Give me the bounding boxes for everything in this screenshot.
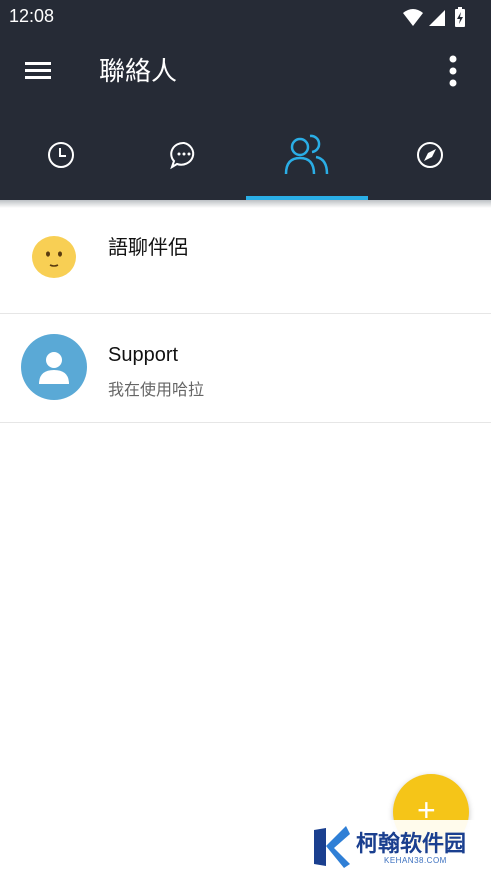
tab-contacts[interactable] — [246, 110, 368, 200]
smiley-face-icon — [32, 236, 76, 278]
tab-recent[interactable] — [0, 110, 122, 200]
hamburger-icon — [25, 62, 51, 79]
watermark-text: 柯翰软件园 — [356, 832, 467, 857]
contact-avatar — [21, 334, 87, 400]
battery-charging-icon — [455, 7, 465, 27]
watermark: 柯翰软件园 KEHAN38.COM — [300, 820, 491, 872]
status-bar: 12:08 — [0, 0, 491, 32]
compass-icon — [417, 142, 443, 168]
status-time: 12:08 — [9, 6, 55, 26]
watermark-logo-icon — [314, 826, 350, 868]
contact-avatar — [31, 235, 77, 279]
contact-name: Support — [108, 344, 179, 366]
watermark-subtext: KEHAN38.COM — [384, 856, 447, 865]
more-vert-icon — [449, 55, 457, 87]
contact-row[interactable]: 語聊伴侶 — [0, 208, 491, 314]
tab-bar — [0, 110, 491, 200]
status-icons — [403, 6, 483, 28]
menu-button[interactable] — [22, 55, 54, 87]
contact-row[interactable]: Support 我在使用哈拉 — [0, 314, 491, 423]
contact-status: 我在使用哈拉 — [108, 380, 205, 399]
person-icon — [21, 334, 87, 400]
tab-shadow — [0, 200, 491, 208]
signal-icon — [429, 10, 445, 26]
chat-bubble-icon — [170, 141, 195, 170]
contact-name: 語聊伴侶 — [108, 237, 188, 259]
page-title: 聯絡人 — [99, 57, 178, 87]
wifi-icon — [403, 9, 423, 26]
app-bar: 聯絡人 — [0, 32, 491, 110]
clock-icon — [48, 142, 74, 168]
contacts-icon — [284, 134, 329, 175]
tab-discover[interactable] — [369, 110, 491, 200]
tab-chats[interactable] — [123, 110, 245, 200]
more-options-button[interactable] — [437, 54, 469, 88]
